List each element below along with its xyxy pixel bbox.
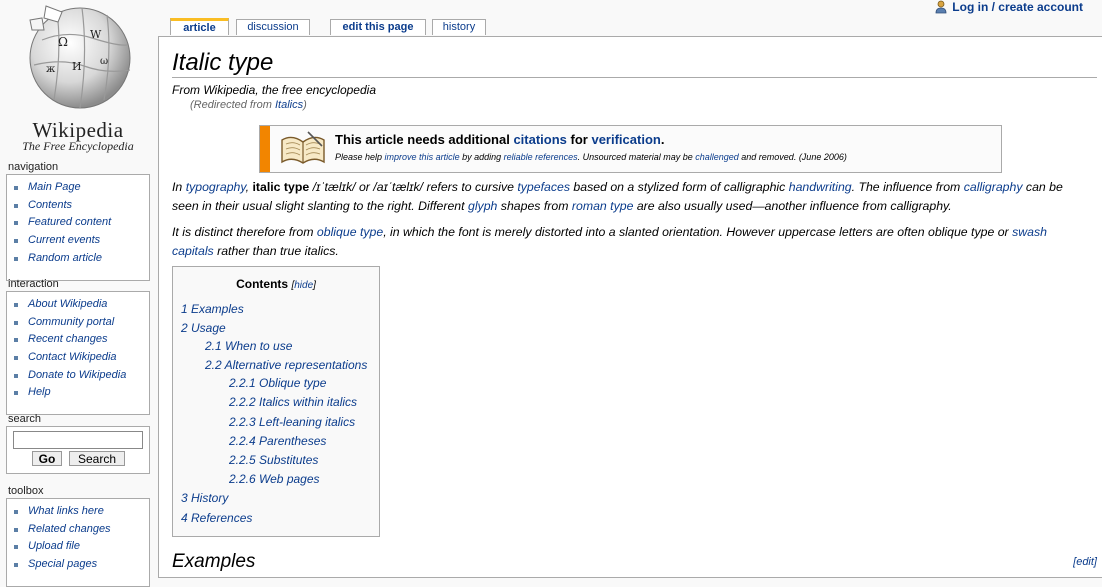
notice-headline: This article needs additional citations … [335, 132, 665, 147]
search-portlet: search Go Search [6, 413, 150, 474]
term-italic-type: italic type [252, 180, 310, 194]
interaction-about[interactable]: About Wikipedia [11, 296, 149, 314]
svg-text:ж: ж [46, 64, 56, 75]
roman-type-link[interactable]: roman type [572, 199, 634, 213]
typography-link[interactable]: typography [186, 180, 246, 194]
improve-article-link[interactable]: improve this article [385, 152, 460, 162]
typefaces-link[interactable]: typefaces [517, 180, 570, 194]
redirect-source-link[interactable]: Italics [275, 99, 303, 111]
open-book-icon [281, 131, 325, 164]
intro-paragraph: In typography, italic type /ɪˈtælɪk/ or … [172, 180, 1063, 213]
tab-discussion[interactable]: discussion [236, 19, 310, 35]
second-paragraph: It is distinct therefore from oblique ty… [172, 225, 1047, 258]
svg-text:ω: ω [100, 56, 108, 67]
challenged-link[interactable]: challenged [695, 152, 739, 162]
svg-text:W: W [90, 28, 102, 41]
toc-item[interactable]: 2.2.1 Oblique type [229, 376, 326, 390]
calligraphy-link[interactable]: calligraphy [964, 180, 1023, 194]
notice-accent-bar [260, 126, 270, 172]
toolbox-special-pages[interactable]: Special pages [11, 556, 149, 574]
section-edit-link[interactable]: [edit] [1073, 556, 1097, 568]
navigation-portlet: navigation Main Page Contents Featured c… [6, 161, 150, 281]
toc-item[interactable]: 2.2.2 Italics within italics [229, 395, 357, 409]
title-divider [172, 77, 1097, 78]
toc-item[interactable]: 2.2 Alternative representations [205, 358, 367, 372]
interaction-help[interactable]: Help [11, 384, 149, 402]
logo-tagline: The Free Encyclopedia [22, 139, 134, 153]
section-heading-examples: Examples [172, 551, 256, 572]
toc-item[interactable]: 2.2.3 Left-leaning italics [229, 415, 355, 429]
interaction-recent-changes[interactable]: Recent changes [11, 331, 149, 349]
globe-puzzle-icon: Ω W И ω ж [29, 5, 131, 109]
search-input[interactable] [13, 431, 143, 449]
nav-main-page[interactable]: Main Page [11, 179, 149, 197]
interaction-community-portal[interactable]: Community portal [11, 314, 149, 332]
toc-item[interactable]: 3 History [181, 491, 228, 505]
toc-item[interactable]: 2.2.4 Parentheses [229, 434, 326, 448]
verification-link[interactable]: verification [591, 132, 660, 147]
nav-featured-content[interactable]: Featured content [11, 214, 149, 232]
oblique-type-link[interactable]: oblique type [317, 225, 383, 239]
toc-item[interactable]: 2.2.5 Substitutes [229, 453, 318, 467]
interaction-donate[interactable]: Donate to Wikipedia [11, 367, 149, 385]
toc-item[interactable]: 2.2.6 Web pages [229, 472, 320, 486]
wikipedia-logo[interactable]: Ω W И ω ж Wikipedia The Free Encyclopedi… [8, 0, 148, 158]
page-title: Italic type [172, 49, 274, 76]
toc-item[interactable]: 1 Examples [181, 302, 244, 316]
toolbox-what-links-here[interactable]: What links here [11, 503, 149, 521]
toc-item[interactable]: 2.1 When to use [205, 339, 292, 353]
svg-text:И: И [72, 60, 82, 73]
toolbox-upload-file[interactable]: Upload file [11, 538, 149, 556]
citations-link[interactable]: citations [513, 132, 566, 147]
search-button[interactable]: Search [69, 451, 125, 466]
nav-random-article[interactable]: Random article [11, 250, 149, 268]
svg-text:Ω: Ω [58, 35, 68, 49]
handwriting-link[interactable]: handwriting [789, 180, 852, 194]
site-subtitle: From Wikipedia, the free encyclopedia [172, 83, 376, 97]
reliable-references-link[interactable]: reliable references [504, 152, 578, 162]
search-heading: search [8, 413, 42, 425]
tab-article[interactable]: article [170, 18, 229, 35]
interaction-portlet: interaction About Wikipedia Community po… [6, 278, 150, 415]
citation-needed-notice: This article needs additional citations … [259, 125, 1002, 173]
toc-hide-toggle[interactable]: hide [294, 280, 313, 291]
tab-history[interactable]: history [432, 19, 486, 35]
tab-edit-this-page[interactable]: edit this page [330, 19, 426, 35]
toolbox-related-changes[interactable]: Related changes [11, 521, 149, 539]
notice-detail: Please help improve this article by addi… [335, 152, 847, 162]
toc-item[interactable]: 4 References [181, 511, 252, 525]
toolbox-heading: toolbox [8, 485, 44, 497]
navigation-heading: navigation [8, 161, 59, 173]
nav-contents[interactable]: Contents [11, 197, 149, 215]
table-of-contents: Contents [hide] 1 Examples 2 Usage 2.1 W… [172, 266, 380, 537]
toc-title: Contents [hide] [236, 277, 316, 291]
interaction-contact[interactable]: Contact Wikipedia [11, 349, 149, 367]
go-button[interactable]: Go [32, 451, 62, 466]
user-icon [935, 0, 947, 14]
login-create-account-link[interactable]: Log in / create account [952, 0, 1083, 14]
glyph-link[interactable]: glyph [468, 199, 497, 213]
interaction-heading: interaction [8, 278, 59, 290]
nav-current-events[interactable]: Current events [11, 232, 149, 250]
article-content: Italic type From Wikipedia, the free enc… [158, 36, 1102, 578]
toc-item[interactable]: 2 Usage [181, 321, 226, 335]
redirect-notice: (Redirected from Italics) [190, 99, 307, 111]
